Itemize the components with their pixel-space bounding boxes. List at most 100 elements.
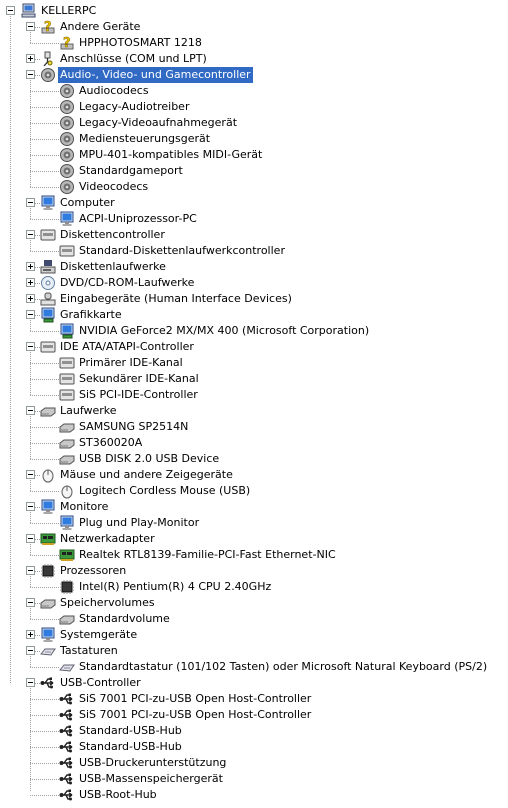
tree-device[interactable]: Standardvolume <box>0 611 508 627</box>
tree-root[interactable]: KELLERPC <box>0 3 508 19</box>
tree-device[interactable]: Legacy-Videoaufnahmegerät <box>0 115 508 131</box>
svg-text:?: ? <box>44 20 52 35</box>
collapse-toggle[interactable] <box>26 70 35 79</box>
tree-line <box>30 240 31 251</box>
audio-icon <box>59 83 75 99</box>
collapse-toggle[interactable] <box>26 342 35 351</box>
tree-device[interactable]: ST360020A <box>0 435 508 451</box>
tree-line <box>30 544 31 555</box>
tree-category[interactable]: Audio-, Video- und Gamecontroller <box>0 67 508 83</box>
tree-device[interactable]: SAMSUNG SP2514N <box>0 419 508 435</box>
audio-icon <box>40 67 56 83</box>
tree-category[interactable]: Diskettencontroller <box>0 227 508 243</box>
device-label: Standard-Diskettenlaufwerkcontroller <box>79 244 285 257</box>
tree-device[interactable]: Logitech Cordless Mouse (USB) <box>0 483 508 499</box>
cdrom-icon <box>40 275 56 291</box>
tree-device[interactable]: Audiocodecs <box>0 83 508 99</box>
expand-toggle[interactable] <box>26 294 35 303</box>
tree-category[interactable]: Eingabegeräte (Human Interface Devices) <box>0 291 508 307</box>
tree-device[interactable]: ACPI-Uniprozessor-PC <box>0 211 508 227</box>
category-label: Monitore <box>60 500 109 513</box>
collapse-toggle[interactable] <box>26 502 35 511</box>
collapse-toggle[interactable] <box>26 678 35 687</box>
tree-device[interactable]: Standardgameport <box>0 163 508 179</box>
tree-device[interactable]: Legacy-Audiotreiber <box>0 99 508 115</box>
tree-device[interactable]: Videocodecs <box>0 179 508 195</box>
tree-device[interactable]: NVIDIA GeForce2 MX/MX 400 (Microsoft Cor… <box>0 323 508 339</box>
device-label: Videocodecs <box>79 180 149 193</box>
audio-icon <box>59 163 75 179</box>
expand-toggle[interactable] <box>26 278 35 287</box>
tree-category[interactable]: Grafikkarte <box>0 307 508 323</box>
collapse-toggle[interactable] <box>26 566 35 575</box>
usb-icon <box>59 707 75 723</box>
collapse-toggle[interactable] <box>26 310 35 319</box>
tree-device[interactable]: Standard-Diskettenlaufwerkcontroller <box>0 243 508 259</box>
tree-category[interactable]: DVD/CD-ROM-Laufwerke <box>0 275 508 291</box>
device-label: SiS PCI-IDE-Controller <box>79 388 198 401</box>
tree-category[interactable]: Computer <box>0 195 508 211</box>
category-label: Audio-, Video- und Gamecontroller <box>58 67 253 83</box>
tree-category[interactable]: Prozessoren <box>0 563 508 579</box>
device-label: Logitech Cordless Mouse (USB) <box>79 484 251 497</box>
tree-device[interactable]: USB-Massenspeichergerät <box>0 771 508 787</box>
device-tree[interactable]: KELLERPC? Andere Geräte? HPPHOTOSMART 1218… <box>0 0 508 801</box>
device-label: SiS 7001 PCI-zu-USB Open Host-Controller <box>79 708 312 721</box>
collapse-toggle[interactable] <box>26 22 35 31</box>
tree-category[interactable]: ? Andere Geräte <box>0 19 508 35</box>
tree-device[interactable]: Standard-USB-Hub <box>0 723 508 739</box>
category-label: Mäuse und andere Zeigegeräte <box>60 468 233 481</box>
tree-category[interactable]: IDE ATA/ATAPI-Controller <box>0 339 508 355</box>
tree-device[interactable]: USB DISK 2.0 USB Device <box>0 451 508 467</box>
tree-device[interactable]: Sekundärer IDE-Kanal <box>0 371 508 387</box>
tree-device[interactable]: USB-Druckerunterstützung <box>0 755 508 771</box>
tree-category[interactable]: Speichervolumes <box>0 595 508 611</box>
device-label: Standardgameport <box>79 164 183 177</box>
collapse-toggle[interactable] <box>6 6 15 15</box>
device-label: Legacy-Audiotreiber <box>79 100 190 113</box>
tree-line <box>30 80 31 187</box>
disk-drive-icon <box>40 595 56 611</box>
collapse-toggle[interactable] <box>26 406 35 415</box>
tree-category[interactable]: Laufwerke <box>0 403 508 419</box>
tree-device[interactable]: Primärer IDE-Kanal <box>0 355 508 371</box>
tree-category[interactable]: Monitore <box>0 499 508 515</box>
tree-device[interactable]: Intel(R) Pentium(R) 4 CPU 2.40GHz <box>0 579 508 595</box>
expand-toggle[interactable] <box>26 262 35 271</box>
device-label: Intel(R) Pentium(R) 4 CPU 2.40GHz <box>79 580 272 593</box>
category-label: Grafikkarte <box>60 308 122 321</box>
collapse-toggle[interactable] <box>26 534 35 543</box>
tree-category[interactable]: Anschlüsse (COM und LPT) <box>0 51 508 67</box>
tree-category[interactable]: USB-Controller <box>0 675 508 691</box>
device-label: MPU-401-kompatibles MIDI-Gerät <box>79 148 263 161</box>
tree-line <box>30 512 31 523</box>
monitor-icon <box>59 211 75 227</box>
tree-device[interactable]: USB-Root-Hub <box>0 787 508 803</box>
tree-device[interactable]: Plug und Play-Monitor <box>0 515 508 531</box>
tree-category[interactable]: Systemgeräte <box>0 627 508 643</box>
collapse-toggle[interactable] <box>26 598 35 607</box>
collapse-toggle[interactable] <box>26 646 35 655</box>
device-label: Legacy-Videoaufnahmegerät <box>79 116 238 129</box>
tree-device[interactable]: SiS 7001 PCI-zu-USB Open Host-Controller <box>0 691 508 707</box>
usb-icon <box>59 691 75 707</box>
tree-device[interactable]: Mediensteuerungsgerät <box>0 131 508 147</box>
tree-category[interactable]: Mäuse und andere Zeigegeräte <box>0 467 508 483</box>
tree-category[interactable]: Diskettenlaufwerke <box>0 259 508 275</box>
category-label: Diskettencontroller <box>60 228 165 241</box>
collapse-toggle[interactable] <box>26 230 35 239</box>
expand-toggle[interactable] <box>26 54 35 63</box>
tree-device[interactable]: SiS 7001 PCI-zu-USB Open Host-Controller <box>0 707 508 723</box>
tree-category[interactable]: Netzwerkadapter <box>0 531 508 547</box>
collapse-toggle[interactable] <box>26 470 35 479</box>
tree-device[interactable]: MPU-401-kompatibles MIDI-Gerät <box>0 147 508 163</box>
tree-device[interactable]: Standard-USB-Hub <box>0 739 508 755</box>
tree-device[interactable]: ? HPPHOTOSMART 1218 <box>0 35 508 51</box>
collapse-toggle[interactable] <box>26 198 35 207</box>
tree-device[interactable]: Realtek RTL8139-Familie-PCI-Fast Etherne… <box>0 547 508 563</box>
controller-icon <box>59 355 75 371</box>
tree-device[interactable]: SiS PCI-IDE-Controller <box>0 387 508 403</box>
expand-toggle[interactable] <box>26 630 35 639</box>
tree-category[interactable]: Tastaturen <box>0 643 508 659</box>
tree-device[interactable]: Standardtastatur (101/102 Tasten) oder M… <box>0 659 508 675</box>
